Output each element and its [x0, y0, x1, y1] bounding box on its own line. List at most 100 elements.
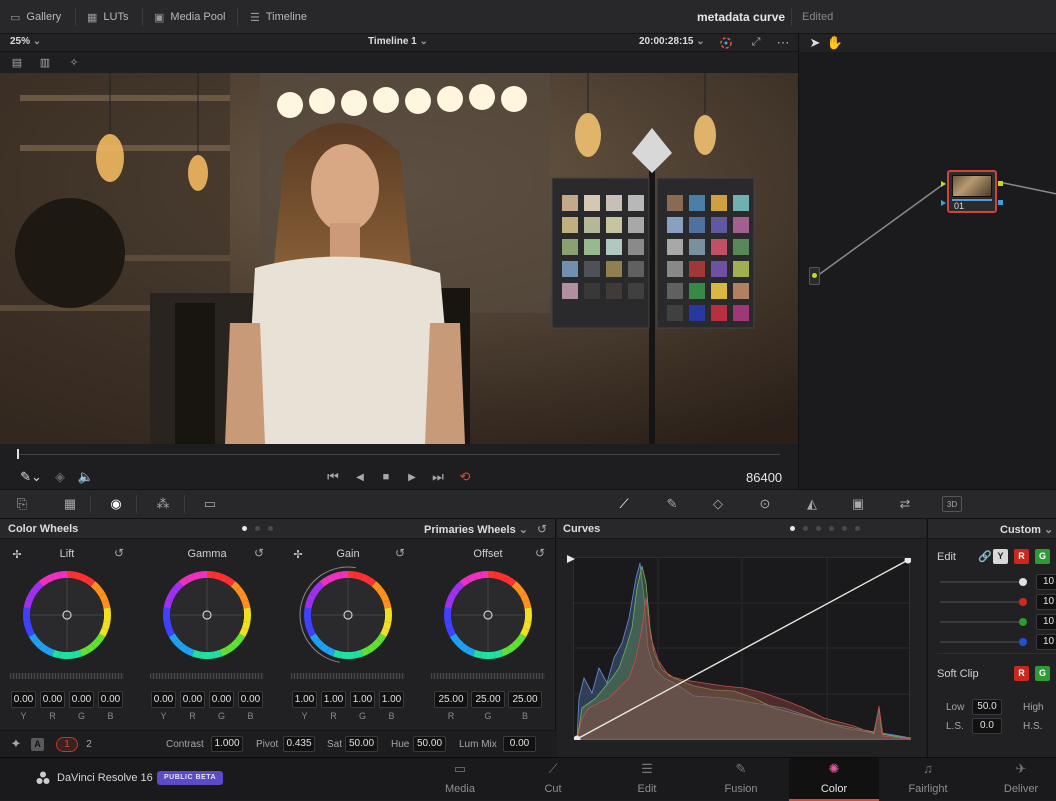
fullscreen-icon[interactable]: ⤢: [748, 34, 764, 51]
key-icon[interactable]: ▣: [848, 496, 868, 512]
magic-wand-icon[interactable]: ✧: [66, 55, 82, 69]
channel-intensity-slider[interactable]: [940, 581, 1025, 583]
wheel-picker-icon[interactable]: ✢: [10, 547, 24, 561]
play-reverse-icon[interactable]: ◀: [352, 469, 368, 485]
motion-effects-icon[interactable]: ▭: [200, 496, 220, 512]
wheel-value-g[interactable]: 0.00: [209, 691, 234, 708]
channel-intensity-slider[interactable]: [940, 601, 1025, 603]
wheel-reset-icon[interactable]: ↺: [532, 545, 548, 561]
node-key-output-icon[interactable]: [998, 200, 1003, 205]
blur-icon[interactable]: ◭: [802, 496, 822, 512]
page-tab-fairlight[interactable]: ♫ Fairlight: [883, 758, 973, 801]
timeline-button[interactable]: ☰ Timeline: [250, 0, 307, 34]
master-wheel-slider[interactable]: [431, 673, 545, 679]
lum-mix-field[interactable]: 0.00: [503, 736, 536, 752]
eyedropper-icon[interactable]: ✎⌄: [18, 469, 44, 485]
channel-intensity-field[interactable]: 10: [1036, 594, 1056, 610]
luts-button[interactable]: ▦ LUTs: [87, 0, 128, 34]
page-tab-edit[interactable]: ☰ Edit: [602, 758, 692, 801]
page-tab-color[interactable]: ✺ Color: [789, 758, 879, 801]
curves-mode-selector[interactable]: Custom ⌄: [1000, 523, 1053, 536]
playhead[interactable]: [17, 449, 19, 459]
color-wheel[interactable]: [298, 565, 398, 665]
low-field[interactable]: 50.0: [972, 699, 1002, 715]
page-tab-deliver[interactable]: ✈ Deliver: [976, 758, 1056, 801]
loop-icon[interactable]: ⟲: [456, 469, 474, 485]
auto-button[interactable]: A: [31, 738, 44, 751]
wheel-value-g[interactable]: 25.00: [471, 691, 505, 708]
single-view-icon[interactable]: ▤: [9, 55, 25, 69]
slider-handle[interactable]: [1019, 618, 1027, 626]
hue-field[interactable]: 50.00: [413, 736, 446, 752]
slider-handle[interactable]: [1019, 638, 1027, 646]
slider-handle[interactable]: [1019, 578, 1027, 586]
gallery-button[interactable]: ▭ Gallery: [10, 0, 61, 34]
wheel-reset-icon[interactable]: ↺: [111, 545, 127, 561]
page-dots[interactable]: [242, 526, 273, 531]
qualifier-icon[interactable]: ✎: [662, 496, 682, 512]
wheels-mode-selector[interactable]: Primaries Wheels ⌄: [424, 523, 528, 536]
channel-intensity-field[interactable]: 10: [1036, 634, 1056, 650]
skip-to-start-icon[interactable]: ⏮: [324, 469, 342, 485]
curves-palette-icon[interactable]: ⟋: [614, 496, 634, 512]
contrast-field[interactable]: 1.000: [211, 736, 243, 752]
node-key-input-icon[interactable]: [941, 200, 946, 206]
wheel-value-r[interactable]: 0.00: [180, 691, 205, 708]
camera-raw-icon[interactable]: ⎘: [12, 496, 32, 512]
wheel-value-y[interactable]: 0.00: [151, 691, 176, 708]
wheel-value-b[interactable]: 25.00: [508, 691, 542, 708]
ls-field[interactable]: 0.0: [972, 718, 1002, 734]
tracker-icon[interactable]: ⊙: [755, 496, 775, 512]
page-tab-fusion[interactable]: ✎ Fusion: [696, 758, 786, 801]
zoom-level[interactable]: 25% ⌄: [10, 36, 41, 47]
pivot-field[interactable]: 0.435: [283, 736, 315, 752]
wheel-value-r[interactable]: 25.00: [434, 691, 468, 708]
master-wheel-slider[interactable]: [291, 673, 405, 679]
sat-field[interactable]: 50.00: [345, 736, 378, 752]
more-options-icon[interactable]: ⋯: [775, 34, 791, 51]
wheel-value-b[interactable]: 0.00: [238, 691, 263, 708]
hand-icon[interactable]: ✋: [827, 35, 843, 51]
play-icon[interactable]: ▶: [404, 469, 420, 485]
wheel-reset-icon[interactable]: ↺: [392, 545, 408, 561]
wheel-value-b[interactable]: 1.00: [379, 691, 404, 708]
page-2-button[interactable]: 2: [80, 737, 98, 752]
page-tab-cut[interactable]: ⟋ Cut: [508, 758, 598, 801]
soft-clip-r-toggle[interactable]: R: [1014, 666, 1029, 681]
scrub-bar[interactable]: [0, 444, 798, 466]
rgb-mixer-icon[interactable]: ⁂: [153, 496, 173, 512]
timecode-display[interactable]: 20:00:28:15 ⌄: [639, 36, 705, 47]
soft-clip-g-toggle[interactable]: G: [1035, 666, 1050, 681]
node-rgb-input-icon[interactable]: [941, 181, 946, 187]
wheel-value-y[interactable]: 0.00: [11, 691, 36, 708]
color-node-01[interactable]: 01: [947, 170, 997, 213]
wheel-value-y[interactable]: 1.00: [292, 691, 317, 708]
volume-icon[interactable]: 🔈: [78, 469, 94, 485]
wheel-value-b[interactable]: 0.00: [98, 691, 123, 708]
page-1-button[interactable]: 1: [56, 737, 78, 752]
wheel-value-r[interactable]: 1.00: [321, 691, 346, 708]
sizing-icon[interactable]: ⇄: [895, 496, 915, 512]
curves-graph[interactable]: [573, 556, 912, 743]
channel-intensity-slider[interactable]: [940, 621, 1025, 623]
master-wheel-slider[interactable]: [150, 673, 264, 679]
stop-icon[interactable]: ■: [378, 469, 394, 485]
channel-intensity-field[interactable]: 10: [1036, 614, 1056, 630]
timeline-selector[interactable]: Timeline 1 ⌄: [368, 36, 428, 47]
channel-g-toggle[interactable]: G: [1035, 549, 1050, 564]
page-tab-media[interactable]: ▭ Media: [415, 758, 505, 801]
auto-balance-icon[interactable]: ✦: [8, 736, 24, 752]
node-input-source[interactable]: [809, 267, 820, 285]
wheel-picker-icon[interactable]: ✢: [291, 547, 305, 561]
color-wheels-palette-icon[interactable]: ◉: [106, 496, 126, 512]
wheel-value-g[interactable]: 1.00: [350, 691, 375, 708]
node-rgb-output-icon[interactable]: [998, 181, 1003, 186]
split-view-icon[interactable]: ▥: [37, 55, 53, 69]
3d-icon[interactable]: 3D: [942, 496, 962, 512]
window-icon[interactable]: ◇: [708, 496, 728, 512]
channel-y-toggle[interactable]: Y: [993, 549, 1008, 564]
channel-intensity-slider[interactable]: [940, 641, 1025, 643]
video-viewer[interactable]: [0, 73, 798, 444]
wheel-value-r[interactable]: 0.00: [40, 691, 65, 708]
reset-all-icon[interactable]: ↺: [534, 521, 550, 537]
